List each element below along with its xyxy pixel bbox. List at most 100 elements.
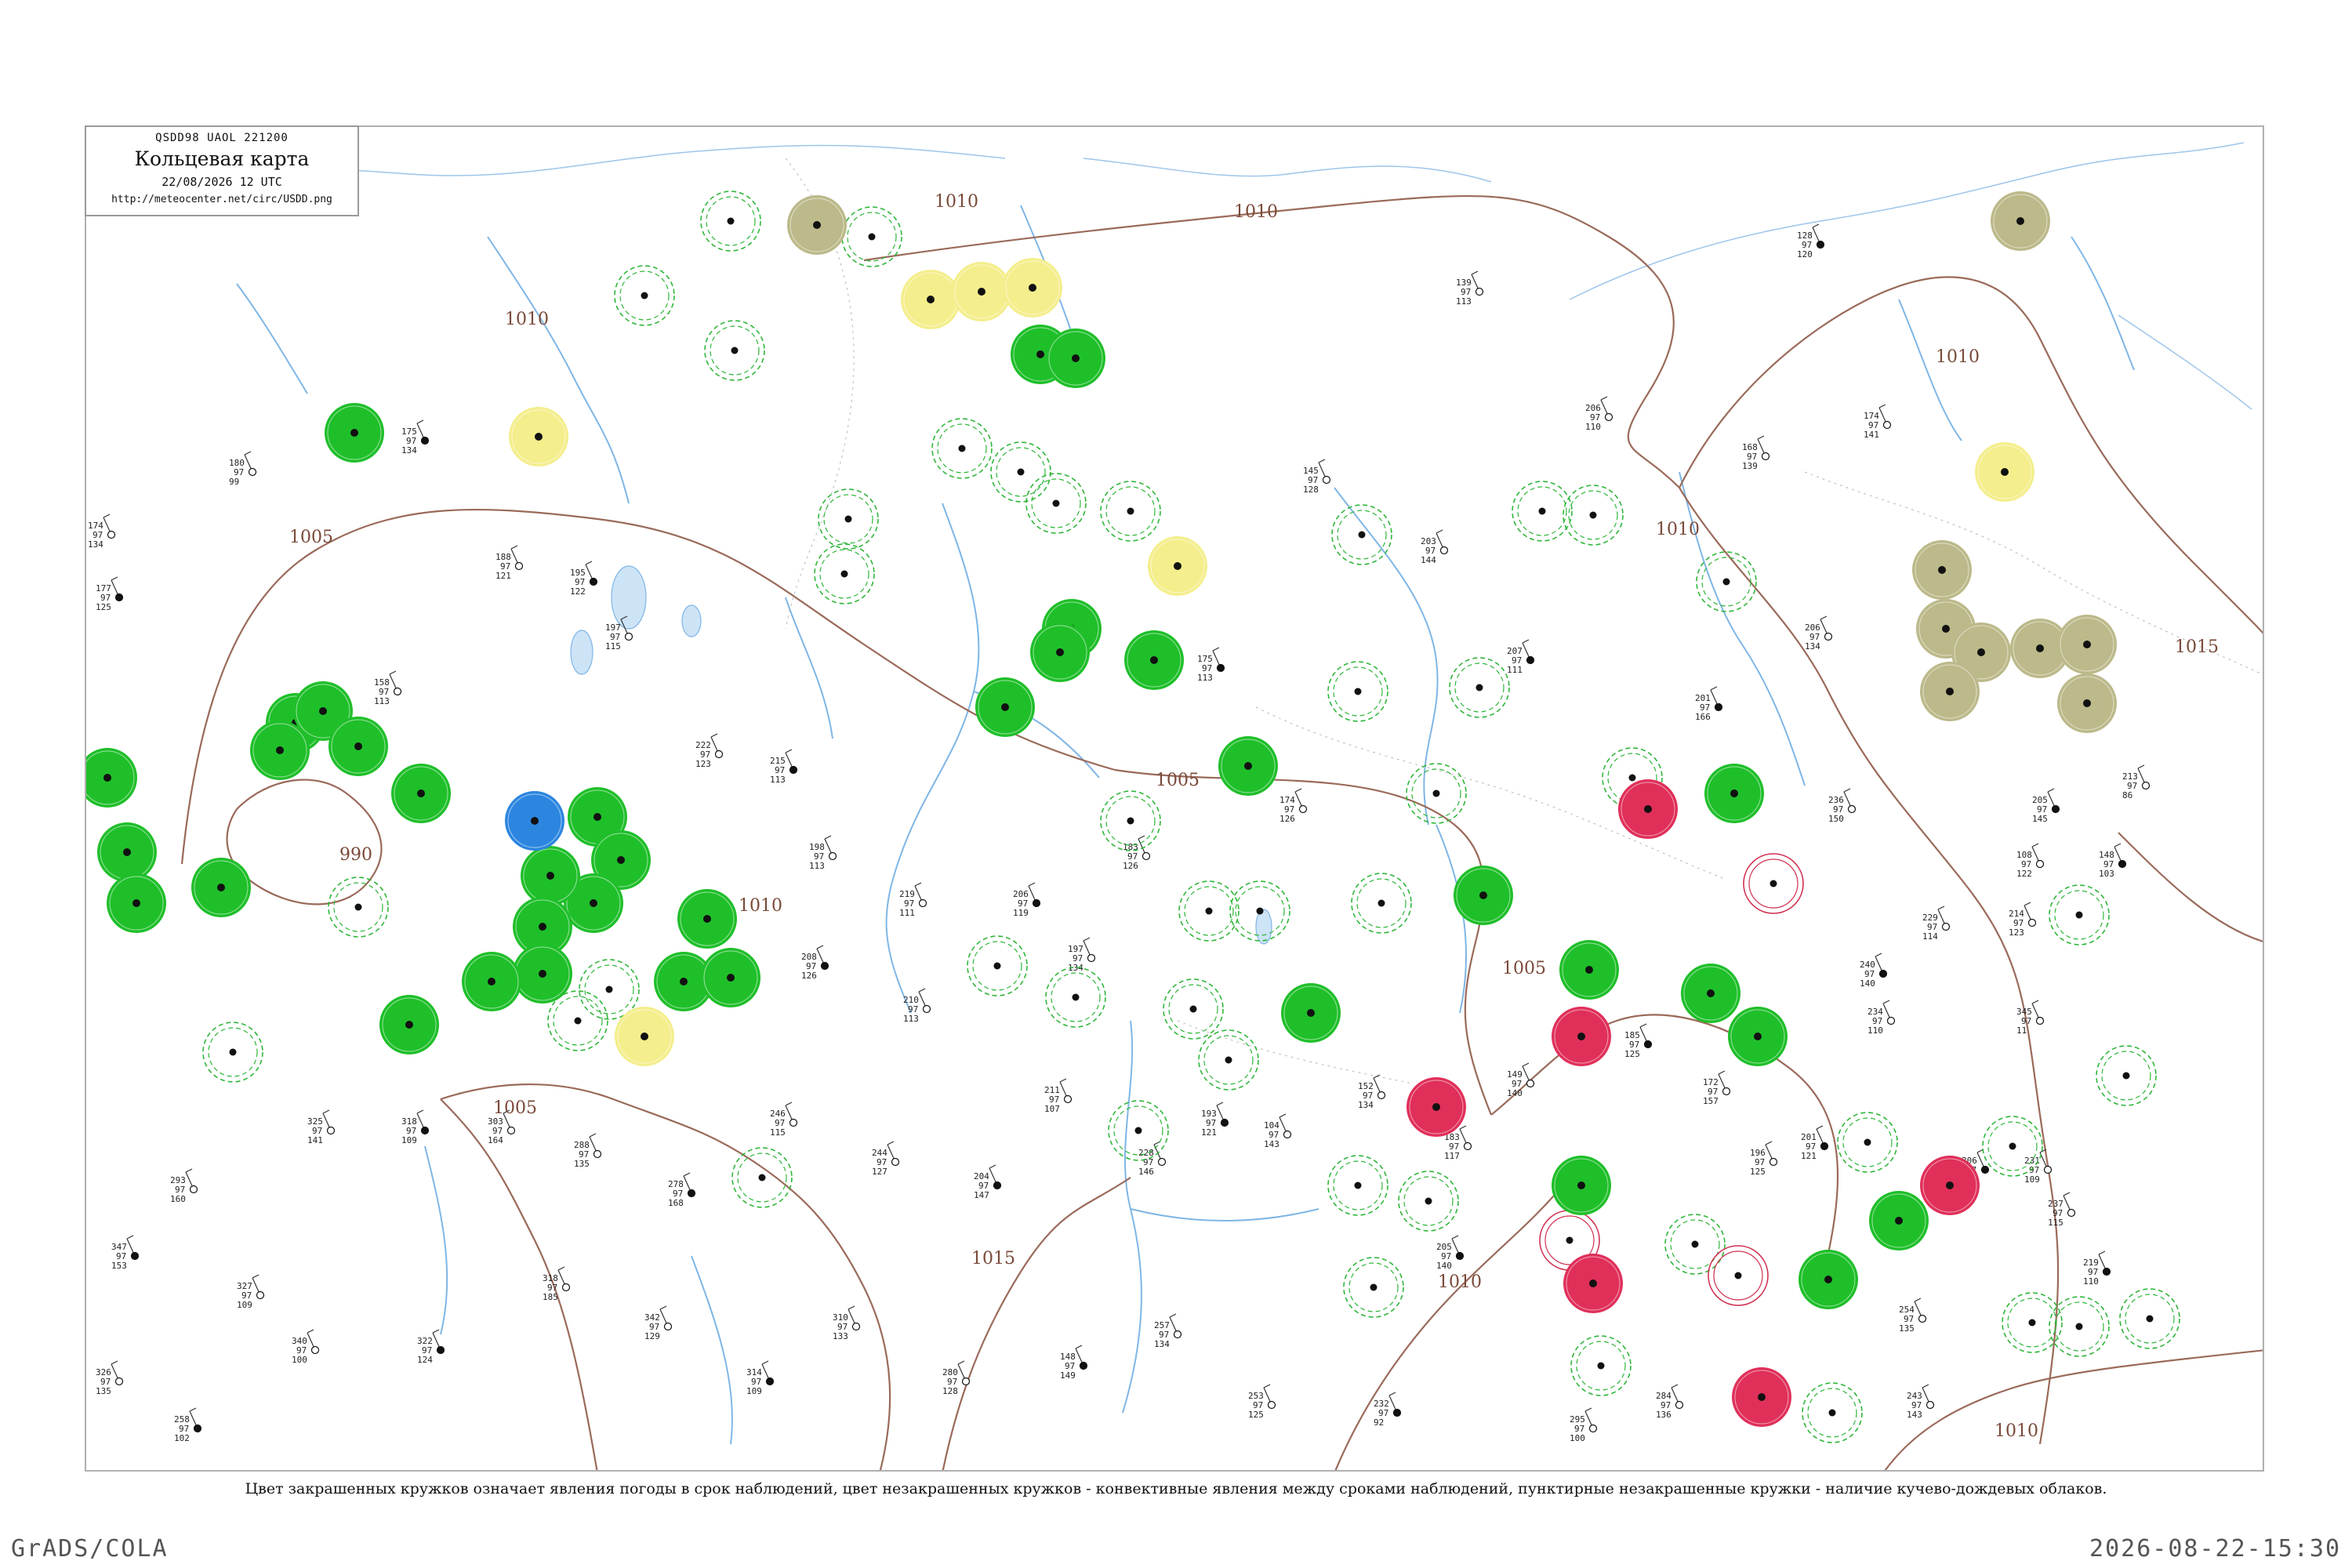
station-dot (2035, 1016, 2045, 1025)
station-dot (1370, 1283, 1377, 1291)
station-plot: 34097100 (292, 1329, 320, 1365)
weather-marker-green (1728, 1007, 1788, 1066)
station-dot (828, 851, 837, 861)
station-plot: 25797134 (1154, 1313, 1182, 1349)
weather-marker-yellow (1975, 442, 2034, 502)
station-dot (514, 561, 524, 571)
station-dot (1377, 1091, 1386, 1100)
station-dot (1538, 507, 1546, 515)
convective-ring (731, 1147, 793, 1208)
station-dot (727, 974, 735, 982)
station-dot (1358, 531, 1366, 539)
weather-marker-olive (787, 195, 847, 255)
station-dot (1475, 684, 1483, 691)
wind-barb-feather (2047, 788, 2055, 793)
station-dot (1820, 1142, 1829, 1151)
river-line (885, 503, 980, 1014)
wind-barb-feather (1812, 223, 1820, 228)
station-dot (1589, 1279, 1597, 1287)
wind-barb-feather (416, 1109, 424, 1114)
station-dot (1354, 1181, 1362, 1189)
wind-barb-feather (761, 1360, 769, 1365)
station-dot (539, 970, 546, 978)
station-dot (350, 429, 358, 437)
station-dot (535, 433, 543, 441)
station-temperature: 102 (174, 1433, 190, 1443)
lake (681, 604, 702, 637)
station-temperature: 145 (2032, 814, 2048, 824)
convective-ring (1178, 880, 1240, 942)
station-temperature: 134 (401, 445, 417, 456)
wind-barb-feather (2114, 843, 2122, 848)
wind-barb-feather (887, 1141, 895, 1145)
station-temperature: 125 (96, 602, 111, 612)
station-plot: 23497110 (1867, 1000, 1896, 1036)
wind-barb-feather (510, 545, 518, 550)
station-dot (354, 742, 362, 750)
isobar-label: 1010 (505, 310, 549, 329)
station-temperature: 113 (809, 861, 825, 871)
station-dot (1526, 1079, 1535, 1088)
station-plot: 19397121 (1201, 1102, 1229, 1138)
convective-ring (700, 191, 761, 252)
station-dot (2141, 781, 2151, 790)
station-plot: 12897120 (1797, 223, 1825, 260)
convective-ring (1343, 1257, 1404, 1318)
wind-barb-feather (307, 1329, 314, 1334)
station-dot (217, 884, 225, 891)
wind-barb-feather (957, 1360, 965, 1365)
station-temperature: 146 (1138, 1167, 1154, 1177)
weather-marker-green (86, 748, 137, 808)
station-temperature: 114 (1922, 931, 1938, 942)
station-temperature: 126 (1279, 814, 1295, 824)
station-plot: 20697119 (1013, 882, 1041, 918)
station-dot (1463, 1142, 1472, 1151)
isobar-line (1490, 1014, 1839, 1288)
wind-barb-feather (589, 1133, 597, 1138)
station-dot (2043, 1165, 2053, 1174)
station-plot: 20397144 (1421, 529, 1449, 565)
station-dot (2146, 1315, 2154, 1323)
station-dot (978, 288, 985, 296)
station-plot: 24497127 (872, 1141, 900, 1177)
station-dot (1918, 1314, 1927, 1323)
station-plot: 17297157 (1703, 1070, 1731, 1106)
river-line (1122, 1020, 1142, 1414)
station-dot (393, 687, 402, 696)
wind-barb-feather (848, 1305, 855, 1310)
wind-barb-feather (1843, 788, 1851, 793)
station-temperature: 115 (605, 641, 621, 652)
station-plot: 29597100 (1570, 1407, 1598, 1443)
station-dot (958, 445, 966, 452)
wind-barb-feather (1878, 404, 1886, 408)
isobar-label: 1010 (1438, 1272, 1482, 1292)
wind-barb-feather (816, 945, 824, 949)
weather-marker-green (328, 717, 388, 776)
station-dot (844, 515, 852, 523)
station-plot: 23697150 (1828, 788, 1857, 824)
convective-ring (579, 959, 640, 1020)
station-dot (868, 233, 876, 241)
station-dot (574, 1017, 582, 1025)
wind-barb-feather (1216, 1102, 1224, 1106)
station-dot (765, 1377, 775, 1386)
weather-marker-yellow (1148, 536, 1207, 596)
coast-line (1569, 142, 2245, 300)
station-dot (114, 1377, 124, 1386)
river-line (487, 236, 630, 504)
station-dot (1604, 412, 1613, 422)
station-plot: 19697125 (1750, 1141, 1778, 1177)
station-temperature: 134 (1805, 641, 1820, 652)
convective-ring (931, 418, 993, 479)
station-temperature: 126 (1123, 861, 1138, 871)
isobar-label: 1015 (971, 1249, 1015, 1269)
station-temperature: 147 (974, 1190, 989, 1200)
station-plot: 20597145 (2032, 788, 2060, 824)
station-dot (420, 1126, 430, 1135)
wind-barb-feather (785, 1102, 793, 1106)
station-temperature: 103 (2099, 869, 2114, 879)
station-dot (1597, 1362, 1605, 1370)
wind-barb-feather (1279, 1113, 1287, 1118)
station-plot: 28897135 (574, 1133, 602, 1169)
station-plot: 24397143 (1907, 1384, 1935, 1420)
